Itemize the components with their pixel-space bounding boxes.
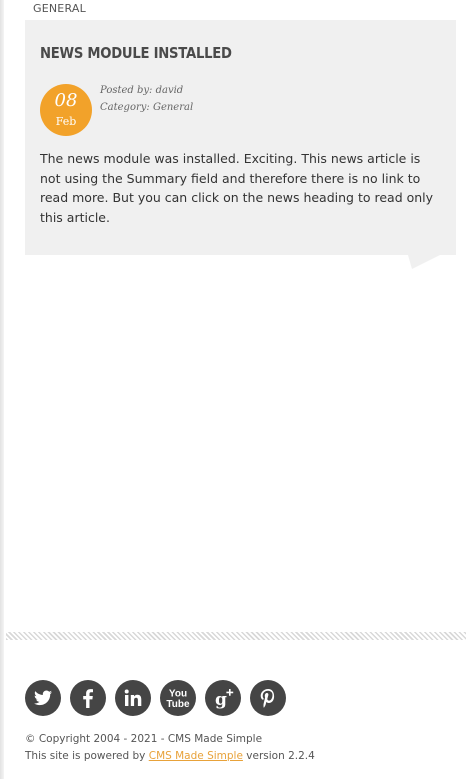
linkedin-icon[interactable]: [115, 680, 151, 716]
page: GENERAL NEWS MODULE INSTALLED 08 Feb Pos…: [0, 0, 466, 779]
category-tab-general[interactable]: GENERAL: [25, 0, 94, 20]
version-text: version 2.2.4: [246, 750, 315, 762]
google-plus-icon[interactable]: g: [205, 680, 241, 716]
youtube-icon[interactable]: You Tube: [160, 680, 196, 716]
copyright-text: © Copyright 2004 - 2021 - CMS Made Simpl…: [25, 733, 263, 745]
date-badge: 08 Feb: [40, 84, 92, 136]
article-body: The news module was installed. Exciting.…: [40, 151, 434, 225]
posted-by: Posted by: david: [100, 85, 184, 96]
left-edge-shadow: [0, 0, 4, 779]
svg-text:g: g: [215, 690, 227, 710]
facebook-icon[interactable]: [70, 680, 106, 716]
cms-made-simple-link[interactable]: CMS Made Simple: [149, 750, 243, 762]
powered-by-prefix: This site is powered by: [25, 750, 146, 762]
twitter-icon[interactable]: [25, 680, 61, 716]
speech-bubble-tail: [408, 255, 440, 269]
date-month: Feb: [55, 115, 77, 128]
footer-divider: [6, 632, 466, 640]
svg-text:You: You: [169, 689, 187, 700]
svg-text:Tube: Tube: [166, 699, 190, 710]
article-category: Category: General: [100, 102, 194, 113]
pinterest-icon[interactable]: [250, 680, 286, 716]
date-day: 08: [54, 90, 78, 111]
powered-by-line: This site is powered by CMS Made Simple …: [25, 750, 315, 762]
news-article-title[interactable]: NEWS MODULE INSTALLED: [40, 44, 232, 62]
